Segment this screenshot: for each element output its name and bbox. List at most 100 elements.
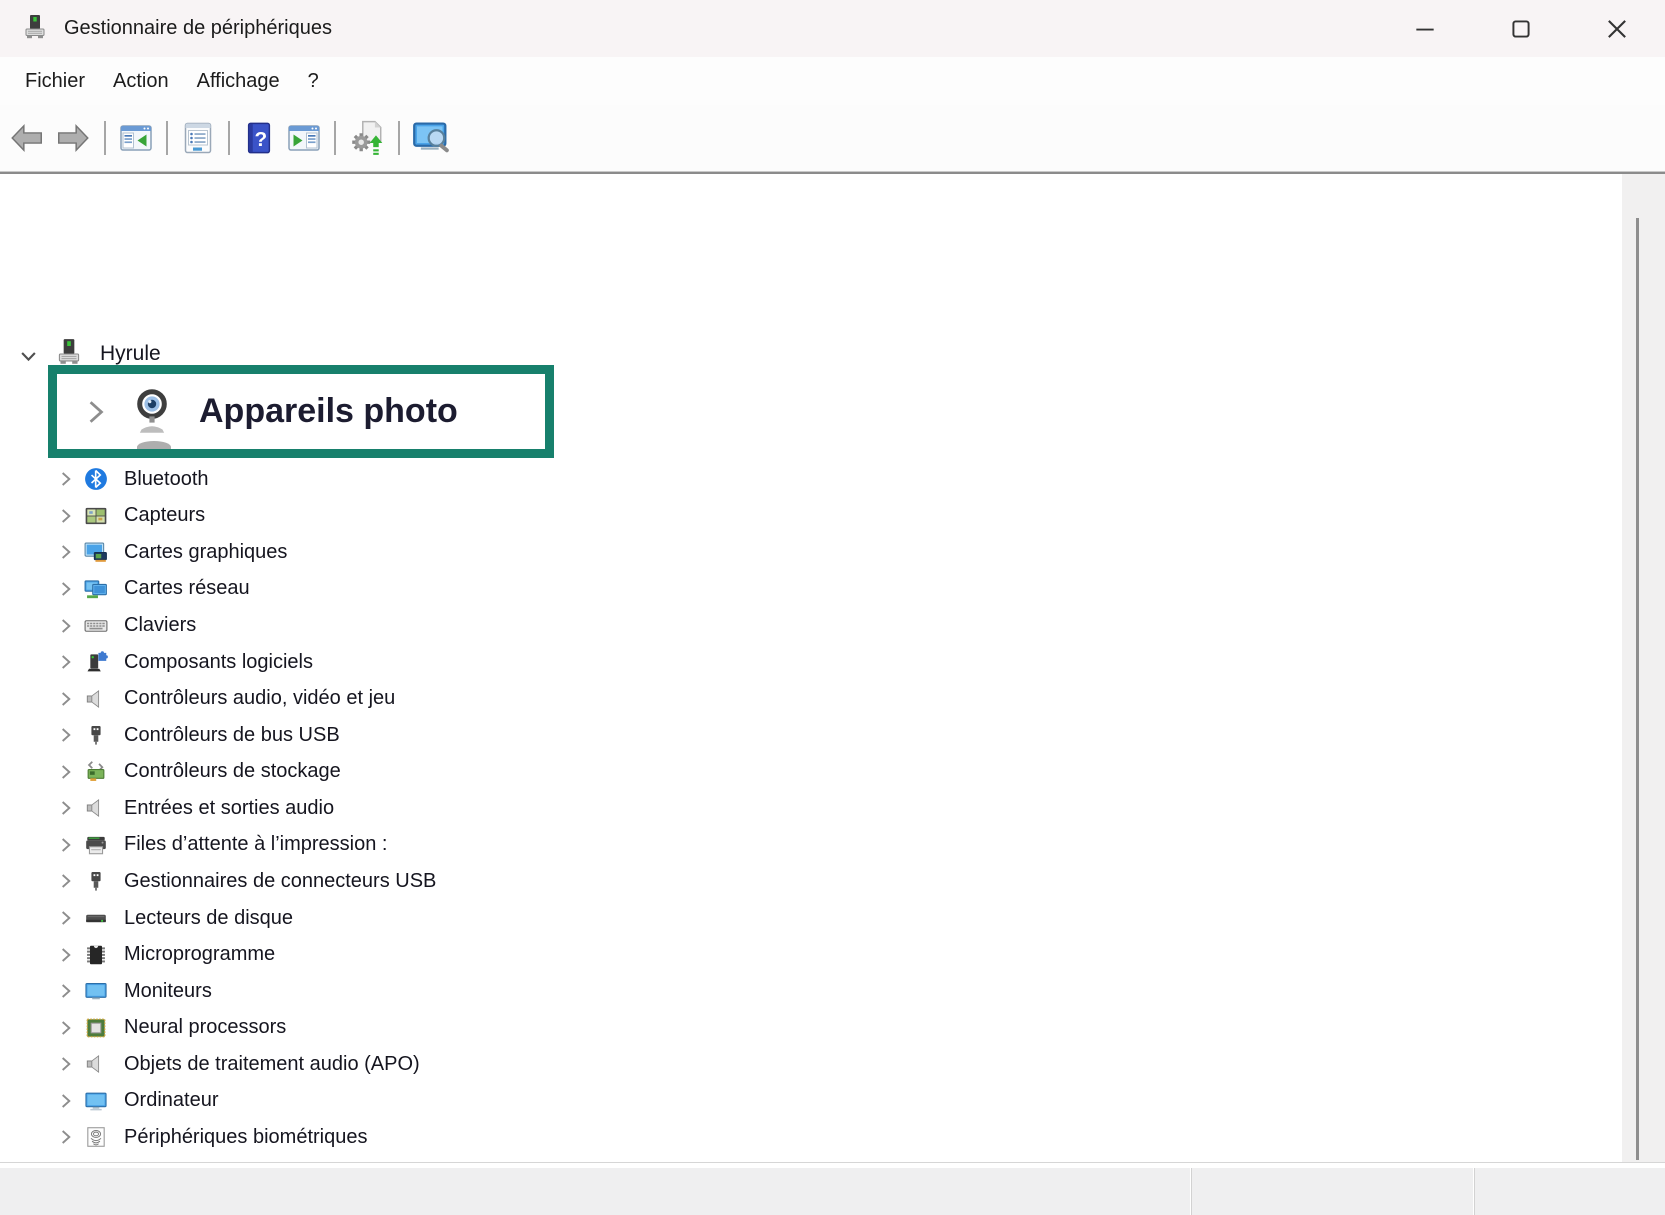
tree-item-capteurs[interactable]: Capteurs — [0, 498, 1600, 535]
partial-icon — [137, 441, 171, 453]
minimize-icon — [1412, 16, 1438, 42]
keyboard-icon — [84, 614, 108, 638]
menu-bar: Fichier Action Affichage ? — [0, 57, 1665, 105]
tree-item-moniteurs[interactable]: Moniteurs — [0, 973, 1600, 1010]
chevron-right-icon[interactable] — [58, 1129, 74, 1145]
tree-item-files-d-attente-l-impression[interactable]: Files d’attente à l’impression : — [0, 827, 1600, 864]
menu-fichier[interactable]: Fichier — [11, 70, 99, 93]
close-button[interactable] — [1569, 0, 1665, 57]
chevron-right-icon[interactable] — [58, 581, 74, 597]
tree-item-entr-es-et-sorties-audio[interactable]: Entrées et sorties audio — [0, 790, 1600, 827]
tree-item-gestionnaires-de-connecteurs-usb[interactable]: Gestionnaires de connecteurs USB — [0, 863, 1600, 900]
tree-item-p-riph-riques-biom-triques[interactable]: Périphériques biométriques — [0, 1119, 1600, 1156]
tree-item-label: Contrôleurs de bus USB — [124, 724, 340, 747]
chevron-right-icon[interactable] — [58, 910, 74, 926]
tree-item-microprogramme[interactable]: Microprogramme — [0, 936, 1600, 973]
chevron-right-icon[interactable] — [58, 727, 74, 743]
forward-button[interactable] — [54, 119, 92, 157]
chevron-right-icon[interactable] — [58, 1020, 74, 1036]
maximize-button[interactable] — [1473, 0, 1569, 57]
highlight-box-appareils-photo[interactable]: Appareils photo — [48, 365, 554, 458]
tree-item-p-riph-riques-de-s-curit[interactable]: Périphériques de sécurité — [0, 1156, 1600, 1163]
chevron-right-icon[interactable] — [58, 983, 74, 999]
minimize-button[interactable] — [1377, 0, 1473, 57]
chevron-right-icon[interactable] — [58, 837, 74, 853]
remote-computer-button[interactable] — [412, 118, 452, 158]
chevron-right-icon[interactable] — [83, 399, 109, 425]
status-segment — [1192, 1168, 1475, 1215]
tree-item-label: Entrées et sorties audio — [124, 797, 334, 820]
toolbar-separator — [398, 121, 400, 155]
maximize-icon — [1508, 16, 1534, 42]
tree-item-claviers[interactable]: Claviers — [0, 607, 1600, 644]
tree-item-cartes-graphiques[interactable]: Cartes graphiques — [0, 534, 1600, 571]
chevron-right-icon[interactable] — [58, 691, 74, 707]
menu-affichage[interactable]: Affichage — [183, 70, 294, 93]
toolbar-separator — [104, 121, 106, 155]
tree-item-label: Périphériques de sécurité — [124, 1162, 351, 1163]
tree-item-composants-logiciels[interactable]: Composants logiciels — [0, 644, 1600, 681]
tree-item-label: Files d’attente à l’impression : — [124, 833, 387, 856]
chevron-right-icon[interactable] — [58, 800, 74, 816]
tree-item-label: Ordinateur — [124, 1089, 219, 1112]
scan-hardware-icon — [348, 119, 386, 157]
tree-item-label: Gestionnaires de connecteurs USB — [124, 870, 436, 893]
toolbar-separator — [228, 121, 230, 155]
tree-item-label: Composants logiciels — [124, 651, 313, 674]
show-action-pane-button[interactable] — [286, 120, 322, 156]
titlebar: Gestionnaire de périphériques — [0, 0, 1665, 57]
tree-item-ordinateur[interactable]: Ordinateur — [0, 1083, 1600, 1120]
sensors-icon — [84, 504, 108, 528]
window-controls — [1377, 0, 1665, 57]
chevron-right-icon[interactable] — [58, 544, 74, 560]
chevron-right-icon[interactable] — [58, 873, 74, 889]
tree-item-contr-leurs-audio-vid-o-et-jeu[interactable]: Contrôleurs audio, vidéo et jeu — [0, 680, 1600, 717]
chevron-right-icon[interactable] — [58, 1056, 74, 1072]
storage-controllers-icon — [84, 760, 108, 784]
toolbar: ? — [0, 105, 1665, 171]
scan-hardware-changes-button[interactable] — [348, 119, 386, 157]
firmware-icon — [84, 943, 108, 967]
properties-icon — [180, 120, 216, 156]
tree-item-contr-leurs-de-bus-usb[interactable]: Contrôleurs de bus USB — [0, 717, 1600, 754]
help-button[interactable]: ? — [242, 121, 276, 155]
tree-item-label: Bluetooth — [124, 468, 209, 491]
menu-help[interactable]: ? — [294, 70, 333, 93]
device-tree-pane: Hyrule Appareils photo Bluetooth Capteur… — [0, 174, 1665, 1163]
monitors-icon — [84, 979, 108, 1003]
tree-item-label: Neural processors — [124, 1016, 286, 1039]
tree-item-bluetooth[interactable]: Bluetooth — [0, 461, 1600, 498]
chevron-right-icon[interactable] — [58, 618, 74, 634]
disk-drives-icon — [84, 906, 108, 930]
usb-controllers-icon — [84, 723, 108, 747]
toolbar-separator — [334, 121, 336, 155]
tree-item-neural-processors[interactable]: Neural processors — [0, 1009, 1600, 1046]
back-button[interactable] — [8, 119, 46, 157]
status-bar — [0, 1167, 1665, 1215]
chevron-right-icon[interactable] — [58, 947, 74, 963]
chevron-right-icon[interactable] — [58, 471, 74, 487]
properties-button[interactable] — [180, 120, 216, 156]
chevron-right-icon[interactable] — [58, 654, 74, 670]
tree-item-objets-de-traitement-audio-apo[interactable]: Objets de traitement audio (APO) — [0, 1046, 1600, 1083]
chevron-right-icon[interactable] — [58, 764, 74, 780]
chevron-right-icon[interactable] — [58, 1093, 74, 1109]
status-segment — [1475, 1168, 1665, 1215]
chevron-down-icon[interactable] — [20, 348, 37, 365]
audio-inputs-outputs-icon — [84, 796, 108, 820]
tree-item-lecteurs-de-disque[interactable]: Lecteurs de disque — [0, 900, 1600, 937]
device-manager-window: Gestionnaire de périphériques Fichier Ac… — [0, 0, 1665, 1215]
tree-item-label: Cartes graphiques — [124, 541, 287, 564]
tree-item-label: Moniteurs — [124, 980, 212, 1003]
scrollbar-thumb[interactable] — [1636, 218, 1639, 1160]
tree-item-label: Contrôleurs de stockage — [124, 760, 341, 783]
device-manager-icon — [22, 14, 48, 44]
security-devices-icon — [84, 1162, 108, 1163]
show-console-tree-button[interactable] — [118, 120, 154, 156]
vertical-scrollbar[interactable] — [1622, 174, 1665, 1163]
tree-item-contr-leurs-de-stockage[interactable]: Contrôleurs de stockage — [0, 754, 1600, 791]
chevron-right-icon[interactable] — [58, 508, 74, 524]
webcam-icon — [127, 387, 177, 437]
menu-action[interactable]: Action — [99, 70, 183, 93]
tree-item-cartes-r-seau[interactable]: Cartes réseau — [0, 571, 1600, 608]
